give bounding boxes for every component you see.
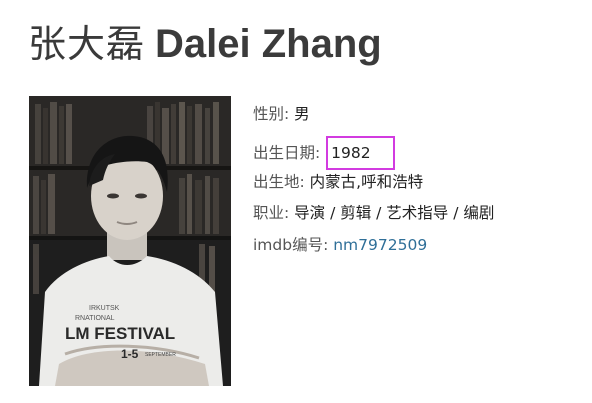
profile-page: 张大磊 Dalei Zhang IRKUTSK RNATIONAL LM FES… xyxy=(0,0,592,403)
info-row-birth-date: 出生日期: 1982 xyxy=(253,136,395,170)
shirt-text-5: SEPTEMBER xyxy=(145,352,176,358)
imdb-label: imdb编号: xyxy=(253,236,334,254)
gender-value: 男 xyxy=(294,105,310,123)
imdb-id-link[interactable]: nm7972509 xyxy=(333,236,427,254)
shirt-text-2: RNATIONAL xyxy=(75,315,115,322)
occupation-label: 职业: xyxy=(253,204,295,222)
gender-label: 性别: xyxy=(253,105,295,123)
birthplace-label: 出生地: xyxy=(253,173,310,191)
profile-photo: IRKUTSK RNATIONAL LM FESTIVAL 1-5 SEPTEM… xyxy=(29,96,231,386)
page-title: 张大磊 Dalei Zhang xyxy=(28,14,382,74)
shirt-text-4: 1-5 xyxy=(121,347,139,361)
shirt-text-1: IRKUTSK xyxy=(89,305,120,312)
occupation-value: 导演 / 剪辑 / 艺术指导 / 编剧 xyxy=(294,204,495,222)
info-row-birthplace: 出生地: 内蒙古,呼和浩特 xyxy=(253,170,423,194)
birthplace-value: 内蒙古,呼和浩特 xyxy=(309,173,424,191)
info-row-occupation: 职业: 导演 / 剪辑 / 艺术指导 / 编剧 xyxy=(253,201,494,225)
birth-date-value: 1982 xyxy=(331,144,371,162)
shirt-text-3: LM FESTIVAL xyxy=(65,324,175,343)
birth-date-highlight: 1982 xyxy=(326,136,395,170)
birth-date-label: 出生日期: xyxy=(253,144,326,162)
title-english-name: Dalei Zhang xyxy=(155,22,382,66)
title-chinese-name: 张大磊 xyxy=(28,22,146,66)
info-row-gender: 性别: 男 xyxy=(253,102,310,126)
info-row-imdb: imdb编号: nm7972509 xyxy=(253,233,427,257)
